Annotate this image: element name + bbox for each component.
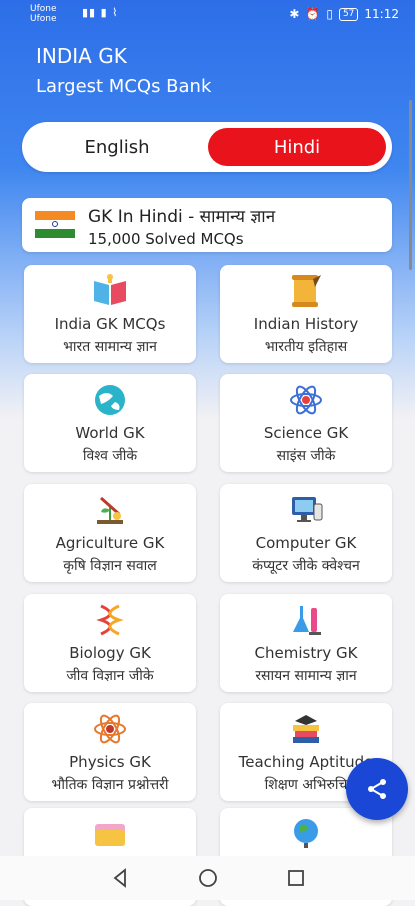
share-button[interactable] bbox=[346, 758, 408, 820]
card-subtitle: साइंस जीके bbox=[276, 448, 336, 464]
language-toggle: English Hindi bbox=[22, 122, 392, 172]
system-nav-bar bbox=[0, 856, 415, 900]
card-subtitle: भौतिक विज्ञान प्रश्नोत्तरी bbox=[51, 777, 169, 793]
recents-icon[interactable] bbox=[284, 866, 308, 890]
scroll-icon bbox=[220, 273, 392, 309]
dna-icon bbox=[24, 602, 196, 638]
card-physics-gk[interactable]: Physics GK भौतिक विज्ञान प्रश्नोत्तरी bbox=[24, 703, 196, 801]
card-subtitle: जीव विज्ञान जीके bbox=[66, 668, 154, 684]
card-title: Physics GK bbox=[69, 753, 151, 771]
banner-title: GK In Hindi - सामान्य ज्ञान bbox=[88, 207, 276, 227]
english-button[interactable]: English bbox=[28, 128, 206, 166]
back-icon[interactable] bbox=[108, 866, 132, 890]
card-subtitle: रसायन सामान्य ज्ञान bbox=[255, 668, 357, 684]
app-subtitle: Largest MCQs Bank bbox=[36, 76, 212, 97]
app-title: INDIA GK bbox=[36, 44, 127, 68]
signal-icon: ▮▮ ▮ ⌇ bbox=[82, 6, 119, 19]
gk-in-hindi-banner[interactable]: GK In Hindi - सामान्य ज्ञान 15,000 Solve… bbox=[22, 198, 392, 252]
card-title: Chemistry GK bbox=[254, 644, 358, 662]
card-subtitle: विश्व जीके bbox=[82, 448, 138, 464]
earth-globe-icon bbox=[220, 816, 392, 852]
card-india-gk[interactable]: India GK MCQs भारत सामान्य ज्ञान bbox=[24, 265, 196, 363]
computer-icon bbox=[220, 492, 392, 528]
globe-icon bbox=[24, 382, 196, 418]
battery-icon: 57 bbox=[338, 7, 359, 21]
card-world-gk[interactable]: World GK विश्व जीके bbox=[24, 374, 196, 472]
home-icon[interactable] bbox=[196, 866, 220, 890]
plant-icon bbox=[24, 492, 196, 528]
card-title: India GK MCQs bbox=[54, 315, 166, 333]
card-title: Science GK bbox=[263, 424, 349, 442]
physics-icon bbox=[24, 711, 196, 747]
atom-icon bbox=[220, 382, 392, 418]
card-subtitle: कंप्यूटर जीके क्वेश्चन bbox=[252, 558, 360, 574]
card-title: Indian History bbox=[253, 315, 359, 333]
banner-subtitle: 15,000 Solved MCQs bbox=[88, 230, 244, 248]
book-icon bbox=[24, 273, 196, 309]
card-subtitle: कृषि विज्ञान सवाल bbox=[63, 558, 157, 574]
alarm-icon: ⏰ bbox=[305, 7, 321, 21]
share-icon bbox=[368, 779, 386, 799]
card-title: Agriculture GK bbox=[55, 534, 165, 552]
books-icon bbox=[220, 711, 392, 747]
card-title: World GK bbox=[75, 424, 145, 442]
carrier-labels: Ufone Ufone bbox=[30, 4, 57, 24]
card-subtitle: भारतीय इतिहास bbox=[264, 339, 348, 355]
card-agriculture-gk[interactable]: Agriculture GK कृषि विज्ञान सवाल bbox=[24, 484, 196, 582]
card-title: Biology GK bbox=[69, 644, 151, 662]
hindi-button[interactable]: Hindi bbox=[208, 128, 386, 166]
flask-icon bbox=[220, 602, 392, 638]
card-chemistry-gk[interactable]: Chemistry GK रसायन सामान्य ज्ञान bbox=[220, 594, 392, 692]
card-computer-gk[interactable]: Computer GK कंप्यूटर जीके क्वेश्चन bbox=[220, 484, 392, 582]
status-bar: Ufone Ufone ▮▮ ▮ ⌇ ✱ ⏰ ▯ 57 11:12 bbox=[0, 0, 415, 30]
card-subtitle: भारत सामान्य ज्ञान bbox=[63, 339, 157, 355]
clock: 11:12 bbox=[364, 7, 399, 21]
vibrate-icon: ▯ bbox=[326, 7, 333, 21]
card-science-gk[interactable]: Science GK साइंस जीके bbox=[220, 374, 392, 472]
card-indian-history[interactable]: Indian History भारतीय इतिहास bbox=[220, 265, 392, 363]
card-biology-gk[interactable]: Biology GK जीव विज्ञान जीके bbox=[24, 594, 196, 692]
carrier-2: Ufone bbox=[30, 14, 57, 24]
scrollbar[interactable] bbox=[409, 100, 412, 270]
folder-icon bbox=[24, 816, 196, 852]
status-right: ✱ ⏰ ▯ 57 11:12 bbox=[289, 7, 399, 21]
bluetooth-icon: ✱ bbox=[289, 7, 300, 21]
india-flag-icon bbox=[35, 211, 75, 238]
carrier-1: Ufone bbox=[30, 4, 57, 14]
card-title: Computer GK bbox=[255, 534, 357, 552]
